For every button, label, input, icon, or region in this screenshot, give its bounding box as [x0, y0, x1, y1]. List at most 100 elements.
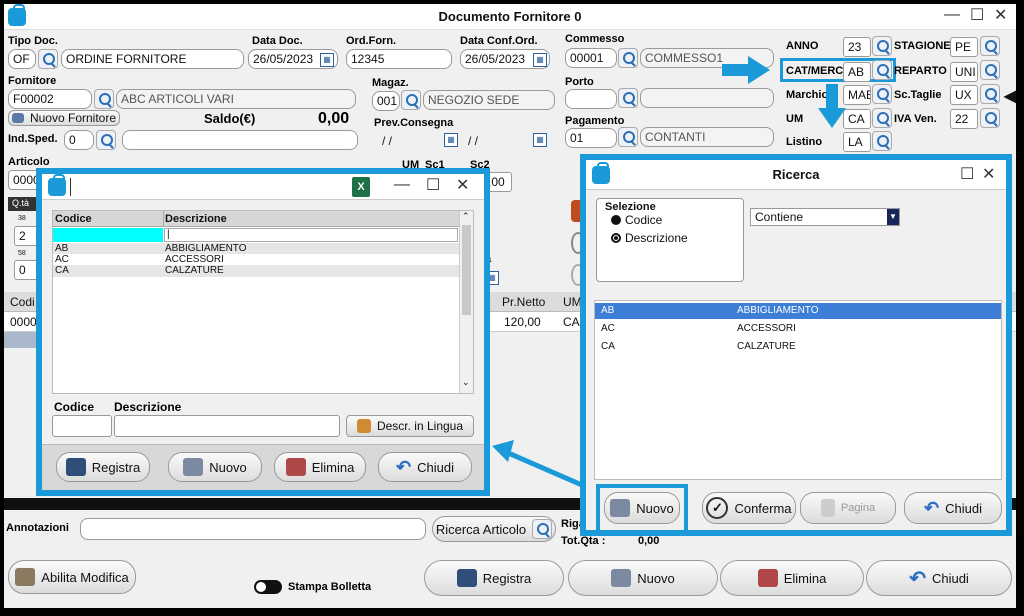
listino-field[interactable]: LA	[843, 132, 871, 152]
pagamento-code-field[interactable]: 01	[565, 128, 617, 148]
marchio-field[interactable]: MAE	[843, 85, 871, 105]
codice-input[interactable]	[52, 415, 112, 437]
calendar-icon[interactable]: ▦	[533, 53, 547, 67]
tipo-doc-search-icon[interactable]	[38, 49, 58, 69]
marchio-search-icon[interactable]	[872, 84, 892, 104]
calendar-icon[interactable]: ▦	[533, 133, 547, 147]
commesso-search-icon[interactable]	[618, 48, 638, 68]
col-codice: Codice	[55, 213, 92, 225]
close-icon[interactable]: ✕	[982, 164, 995, 184]
close-icon[interactable]: ✕	[456, 175, 469, 195]
tipo-doc-desc-field[interactable]: ORDINE FORNITORE	[61, 49, 244, 69]
chevron-down-icon[interactable]: ⌄	[462, 377, 470, 388]
anno-search-icon[interactable]	[872, 36, 892, 56]
pagamento-search-icon[interactable]	[618, 127, 638, 147]
minimize-icon[interactable]: —	[944, 6, 960, 24]
registra-button[interactable]: Registra	[424, 560, 564, 596]
reparto-search-icon[interactable]	[980, 60, 1000, 80]
ricerca-nuovo-button[interactable]: Nuovo	[604, 492, 680, 524]
table-cell-um: CA	[563, 315, 580, 329]
ivaven-search-icon[interactable]	[980, 108, 1000, 128]
prevcons-date1[interactable]: / /	[382, 134, 392, 148]
conferma-button[interactable]: ✓ Conferma	[702, 492, 796, 524]
descrizione-input[interactable]	[114, 415, 340, 437]
prevcons-date2[interactable]: / /	[468, 134, 478, 148]
ricerca-window: Ricerca ☐ ✕ Selezione Codice Descrizione…	[580, 154, 1012, 536]
nuovo-fornitore-button[interactable]: Nuovo Fornitore	[8, 110, 120, 126]
tabella-elimina-button[interactable]: Elimina	[274, 452, 366, 482]
annotazioni-field[interactable]	[80, 518, 426, 540]
list-item[interactable]: CA CALZATURE	[595, 339, 1001, 355]
tabella-scrollbar[interactable]: ⌃ ⌄	[459, 211, 473, 393]
chiudi-button[interactable]: ↶ Chiudi	[866, 560, 1012, 596]
maximize-icon[interactable]: ☐	[970, 5, 984, 25]
ricerca-nuovo-label: Nuovo	[636, 500, 674, 516]
arrow-left-icon[interactable]: ◀	[1004, 86, 1016, 106]
tabella-nuovo-button[interactable]: Nuovo	[168, 452, 262, 482]
fornitore-search-icon[interactable]	[94, 89, 114, 109]
new-document-icon	[610, 499, 631, 517]
catmerc-search-icon[interactable]	[872, 60, 892, 80]
calendar-icon[interactable]: ▦	[320, 53, 334, 67]
radio-descrizione[interactable]	[611, 233, 621, 243]
sctaglie-field[interactable]: UX	[950, 85, 978, 105]
ricerca-mode-select[interactable]: Contiene ▼	[750, 208, 900, 226]
chevron-down-icon[interactable]: ▼	[887, 209, 899, 225]
tabella-chiudi-button[interactable]: ↶ Chiudi	[378, 452, 472, 482]
window-title: Documento Fornitore 0	[438, 9, 582, 24]
indsped-search-icon[interactable]	[96, 130, 116, 150]
stampa-bolletta-label: Stampa Bolletta	[288, 581, 372, 593]
tipo-doc-code-field[interactable]: OF	[8, 49, 36, 69]
elimina-button[interactable]: Elimina	[720, 560, 864, 596]
check-icon: ✓	[706, 497, 729, 519]
magaz-desc-field: NEGOZIO SEDE	[423, 90, 555, 110]
abilita-modifica-button[interactable]: Abilita Modifica	[8, 560, 136, 594]
reparto-field[interactable]: UNI	[950, 62, 978, 82]
calendar-icon[interactable]: ▦	[444, 133, 458, 147]
pagamento-label: Pagamento	[565, 115, 625, 127]
magaz-code-field[interactable]: 001	[372, 91, 400, 111]
excel-export-icon[interactable]: X	[352, 177, 370, 197]
catmerc-field[interactable]: AB	[843, 62, 871, 82]
ricerca-chiudi-button[interactable]: ↶ Chiudi	[904, 492, 1002, 524]
chevron-up-icon[interactable]: ⌃	[462, 211, 470, 222]
row-code: CA	[601, 341, 615, 352]
size-label-38: 38	[18, 215, 26, 222]
totqta-label: Tot.Qta :	[561, 535, 606, 547]
table-row[interactable]: CA CALZATURE	[53, 265, 459, 277]
stagione-search-icon[interactable]	[980, 36, 1000, 56]
nuovo-button[interactable]: Nuovo	[568, 560, 718, 596]
stampa-bolletta-toggle[interactable]	[254, 580, 282, 594]
listino-search-icon[interactable]	[872, 131, 892, 151]
magaz-search-icon[interactable]	[401, 90, 421, 110]
ivaven-field[interactable]: 22	[950, 109, 978, 129]
list-item[interactable]: AC ACCESSORI	[595, 321, 1001, 337]
stagione-field[interactable]: PE	[950, 37, 978, 57]
ord-forn-field[interactable]: 12345	[346, 49, 452, 69]
fornitore-code-field[interactable]: F00002	[8, 89, 92, 109]
minimize-icon[interactable]: —	[394, 176, 410, 194]
filter-descrizione-cell[interactable]: |	[164, 228, 458, 242]
porto-search-icon[interactable]	[618, 88, 638, 108]
maximize-icon[interactable]: ☐	[960, 164, 974, 184]
um-field[interactable]: CA	[843, 109, 871, 129]
porto-code-field[interactable]	[565, 89, 617, 109]
descr-lingua-button[interactable]: Descr. in Lingua	[346, 415, 474, 437]
sctaglie-search-icon[interactable]	[980, 84, 1000, 104]
filter-codice-cell[interactable]	[53, 228, 163, 242]
close-icon[interactable]: ✕	[994, 5, 1007, 25]
radio-codice[interactable]	[611, 215, 621, 225]
ricerca-articolo-button[interactable]: Ricerca Articolo	[432, 516, 556, 542]
row-desc: ABBIGLIAMENTO	[165, 243, 247, 254]
ord-forn-label: Ord.Forn.	[346, 35, 397, 47]
indsped-field[interactable]: 0	[64, 130, 94, 150]
abilita-modifica-label: Abilita Modifica	[41, 569, 129, 585]
commesso-code-field[interactable]: 00001	[565, 48, 617, 68]
um-search-icon[interactable]	[872, 108, 892, 128]
table-col-codice: Codi	[10, 295, 35, 309]
pagina-button[interactable]: Pagina	[800, 492, 896, 524]
tabella-registra-button[interactable]: Registra	[56, 452, 150, 482]
list-item[interactable]: AB ABBIGLIAMENTO	[595, 303, 1001, 319]
maximize-icon[interactable]: ☐	[426, 175, 440, 195]
anno-field[interactable]: 23	[843, 37, 871, 57]
